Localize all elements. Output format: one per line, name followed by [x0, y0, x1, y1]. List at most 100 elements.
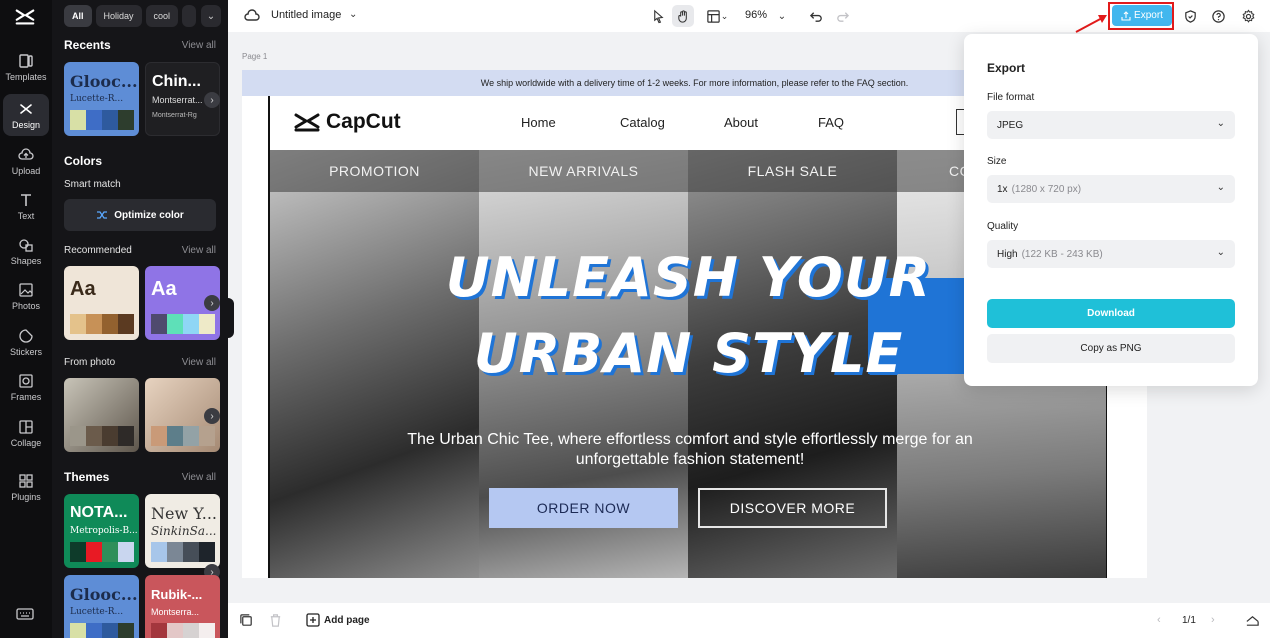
optimize-color-button[interactable]: Optimize color [64, 199, 216, 231]
quality-select[interactable]: High (122 KB - 243 KB) ⌄ [987, 240, 1235, 268]
redo-button[interactable] [831, 5, 853, 27]
layout-menu-button[interactable]: ⌄ [702, 5, 732, 27]
zoom-dropdown-button[interactable]: ⌄ [771, 5, 793, 27]
rail-stickers[interactable]: Stickers [3, 321, 49, 363]
rail-label: Text [17, 210, 35, 221]
prev-page-icon[interactable]: ‹ [1157, 614, 1161, 626]
undo-button[interactable] [805, 5, 827, 27]
theme-card-3[interactable]: Glooc... Lucette-R... [64, 575, 139, 638]
card-font-sub: Montserra... [151, 607, 200, 617]
layers-icon[interactable] [1245, 613, 1260, 628]
recents-title: Recents [64, 38, 111, 52]
hand-tool-button[interactable] [672, 5, 694, 27]
brand-logo[interactable]: CapCut [294, 110, 401, 134]
chips-dropdown-button[interactable]: ⌄ [201, 5, 221, 27]
shield-icon [1184, 9, 1196, 23]
swatch [118, 426, 134, 446]
card-swatches [70, 314, 134, 334]
rail-shapes[interactable]: Shapes [3, 230, 49, 272]
panel-label-flash-sale[interactable]: FLASH SALE [688, 150, 897, 192]
export-button[interactable]: Export [1112, 5, 1172, 26]
swatch [102, 110, 118, 130]
photo-palette-card-1[interactable] [64, 378, 139, 452]
card-font-sub: Lucette-R... [70, 94, 124, 104]
discover-more-button[interactable]: DISCOVER MORE [698, 488, 887, 528]
file-format-value: JPEG [997, 119, 1024, 131]
chip-all[interactable]: All [64, 5, 92, 27]
swatch [70, 623, 86, 638]
recommended-card-1[interactable]: Aa [64, 266, 139, 340]
nav-about[interactable]: About [724, 115, 758, 130]
card-swatches [70, 110, 134, 130]
page-counter: 1/1 [1182, 615, 1196, 626]
recommended-scroll-right-button[interactable]: › [204, 295, 220, 311]
brand-name: CapCut [326, 110, 401, 133]
capcut-editor: Templates Design Upload Text Shapes Phot… [0, 0, 1270, 638]
duplicate-page-icon[interactable] [239, 613, 254, 628]
from-photo-scroll-right-button[interactable]: › [204, 408, 220, 424]
from-photo-view-all[interactable]: View all [182, 357, 216, 368]
recents-scroll-right-button[interactable]: › [204, 92, 220, 108]
rail-design[interactable]: Design [3, 94, 49, 136]
nav-home[interactable]: Home [521, 115, 556, 130]
help-button[interactable] [1207, 5, 1229, 27]
select-tool-button[interactable] [647, 5, 669, 27]
add-page-icon [306, 613, 320, 627]
file-format-select[interactable]: JPEG ⌄ [987, 111, 1235, 139]
recent-card-1[interactable]: Glooc... Lucette-R... [64, 62, 139, 136]
export-label: Export [1134, 10, 1163, 21]
cloud-icon[interactable] [244, 8, 260, 24]
download-button[interactable]: Download [987, 299, 1235, 328]
chip-partial[interactable] [182, 5, 197, 27]
rail-upload[interactable]: Upload [3, 140, 49, 182]
document-title[interactable]: Untitled image [271, 9, 341, 21]
card-font-title: Glooc... [70, 585, 138, 604]
themes-view-all[interactable]: View all [182, 472, 216, 483]
recommended-view-all[interactable]: View all [182, 245, 216, 256]
theme-card-1[interactable]: NOTA... Metropolis-B... [64, 494, 139, 568]
panel-label-promotion[interactable]: PROMOTION [270, 150, 479, 192]
swatch [199, 426, 215, 446]
nav-faq[interactable]: FAQ [818, 115, 844, 130]
rail-frames[interactable]: Frames [3, 366, 49, 408]
swatch [151, 542, 167, 562]
swatch [70, 110, 86, 130]
order-now-button[interactable]: ORDER NOW [489, 488, 678, 528]
copy-as-png-button[interactable]: Copy as PNG [987, 334, 1235, 363]
capcut-logo-icon[interactable] [14, 6, 36, 28]
card-swatches [70, 542, 134, 562]
left-rail: Templates Design Upload Text Shapes Phot… [0, 0, 52, 638]
settings-button[interactable] [1237, 5, 1259, 27]
zoom-level[interactable]: 96% [745, 9, 767, 21]
add-page-button[interactable]: Add page [306, 613, 370, 627]
swatch [86, 542, 102, 562]
rail-plugins[interactable]: Plugins [3, 466, 49, 508]
chip-cool[interactable]: cool [145, 5, 179, 27]
swatch [183, 426, 199, 446]
chevron-down-icon[interactable]: ⌄ [349, 9, 357, 20]
page-label: Page 1 [242, 52, 268, 61]
panel-label-new-arrivals[interactable]: NEW ARRIVALS [479, 150, 688, 192]
shield-button[interactable] [1179, 5, 1201, 27]
card-aa-text: Aa [151, 278, 177, 300]
collage-icon [19, 419, 33, 434]
rail-templates[interactable]: Templates [3, 46, 49, 88]
rail-collage[interactable]: Collage [3, 412, 49, 454]
keyboard-icon[interactable] [16, 606, 34, 622]
next-page-icon[interactable]: › [1211, 614, 1215, 626]
shapes-icon [19, 238, 33, 252]
panel-collapse-handle[interactable] [226, 298, 234, 338]
size-select[interactable]: 1x (1280 x 720 px) ⌄ [987, 175, 1235, 203]
swatch [86, 314, 102, 334]
nav-catalog[interactable]: Catalog [620, 115, 665, 130]
swatch [151, 426, 167, 446]
theme-card-4[interactable]: Rubik-... Montserra... [145, 575, 220, 638]
rail-text[interactable]: Text [3, 185, 49, 227]
rail-photos[interactable]: Photos [3, 275, 49, 317]
theme-card-2[interactable]: New Y... SinkinSa... [145, 494, 220, 568]
trash-icon[interactable] [268, 613, 283, 628]
gear-icon [1242, 8, 1254, 23]
chip-holiday[interactable]: Holiday [95, 5, 142, 27]
recents-view-all[interactable]: View all [182, 40, 216, 51]
hero-subline[interactable]: The Urban Chic Tee, where effortless com… [390, 430, 990, 470]
